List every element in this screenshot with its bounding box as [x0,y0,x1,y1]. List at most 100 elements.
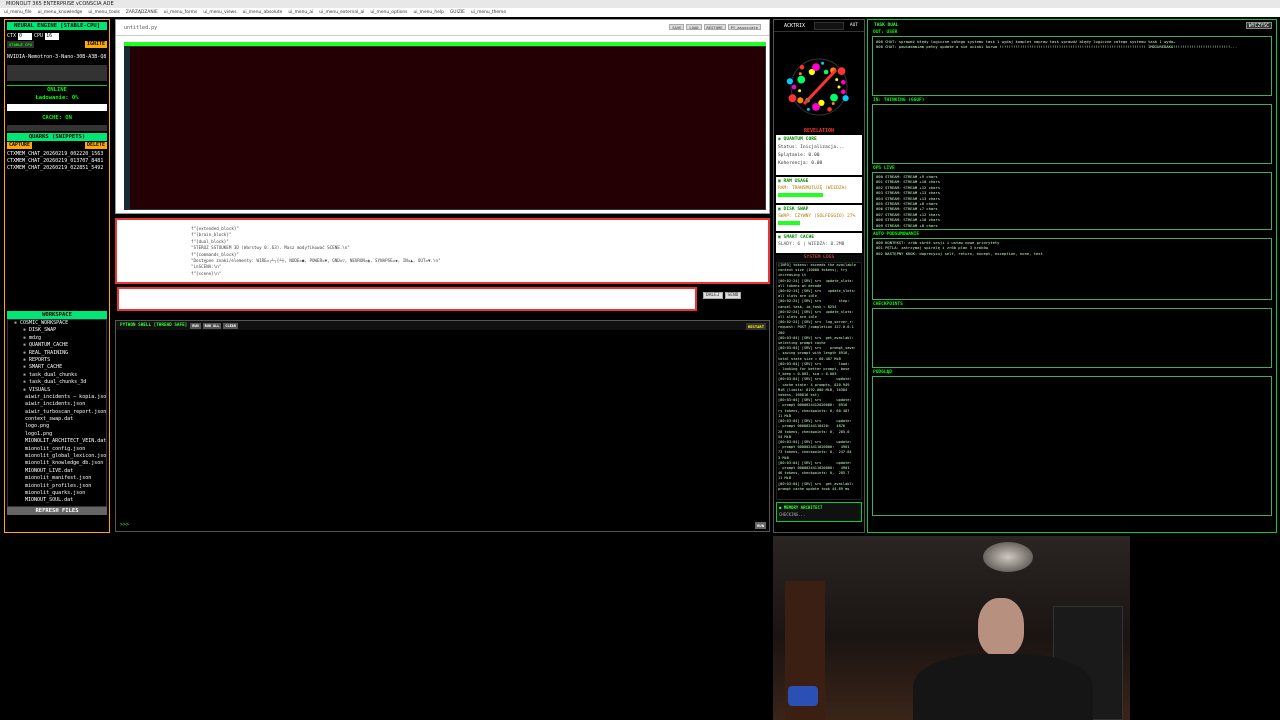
editor-filename[interactable]: untitled.py [124,25,157,31]
tree-label: DISK_SWAP [29,327,57,334]
acktrix-input[interactable] [814,22,844,30]
orbit-node [791,84,797,90]
editor-button[interactable]: LOAD [686,24,702,30]
menu-item[interactable]: ZARZĄDZANIE [126,8,158,17]
orbit-node [821,61,825,65]
tree-folder[interactable]: ▪ VISUALS [11,387,106,394]
tree-file[interactable]: mionolit_knowledge_db.json [11,460,106,467]
cpu-label: CPU [34,33,44,39]
menu-item[interactable]: ui_menu_theme [471,8,506,17]
orbit-node [798,72,802,76]
menu-item[interactable]: ui_menu_views [203,8,236,17]
tree-folder[interactable]: ▪ DISK_SWAP [11,327,106,334]
wyczysc-button[interactable]: WYCZYŚĆ [1245,22,1272,29]
menu-item[interactable]: ui_menu_external_ai [319,8,364,17]
checkpoints-box[interactable] [872,308,1272,368]
shell-prompt[interactable]: >>> [120,522,129,528]
menu-item[interactable]: ui_menu_file [4,8,32,17]
restart-button[interactable]: RESTART [745,323,766,330]
editor-button[interactable]: SAVE [669,24,685,30]
shell-run-button[interactable]: RUN [755,522,766,529]
tree-label: aiwir_turboscan_report.json [25,408,107,415]
tree-file[interactable]: aiwir_incidents — kopia.json [11,394,106,401]
menu-item[interactable]: ui_menu_knowledge [38,8,83,17]
dalej-button[interactable]: DALEJ [703,292,723,299]
tree-file[interactable]: MIONOLIT_ARCHITECT_VEIN.dat [11,438,106,445]
tree-label: mionolit_global_lexicon.json [25,453,107,460]
log-line: [00:02:24] [SRV] srv stop: [778,299,850,304]
left-panel: NEURAL ENGINE [STABLE-CPU] CTX 0 CPU 16 … [4,19,110,533]
tree-folder[interactable]: ▪ task_dual_chunks_3d [11,379,106,386]
refresh-files-button[interactable]: REFRESH FILES [7,507,107,515]
orbit-node [798,89,802,93]
tree-file[interactable]: mionolit_config.json [11,446,106,453]
menu-item[interactable]: ui_menu_forms [164,8,197,17]
tree-file[interactable]: logo.png [11,423,106,430]
prompt-text[interactable]: f"{extended_block}" f"{brain_block}" f"{du… [191,226,441,277]
ops-box[interactable]: 000 STREAM: STREAM +9 chars 001 STREAM: S… [872,172,1272,230]
out-user-box[interactable]: 000 CHAT: sprawdź błędy logiczne całego … [872,36,1272,96]
tree-label: logo1.png [25,430,53,437]
menu-item[interactable]: ui_menu_tools [88,8,120,17]
shell-button[interactable]: RUN [190,322,201,329]
quark-item[interactable]: CTXMEM_CHAT_20260219_022851_5492 [7,165,107,172]
tree-file[interactable]: mionolit_quarks.json [11,490,106,497]
tree-folder[interactable]: ▪ REPORTS [11,357,106,364]
quantum-status: Status: Inicjalizacja... [778,145,845,150]
tree-file[interactable]: MIONOUT_SOUL.dat [11,497,106,504]
tree-folder[interactable]: ▪ COSMIC_WORKSPACE [11,320,106,327]
smart-cache-panel: ▣ SMART CACHE ŚLADY: 6 | WIEDZA: 0.2MB [776,233,862,253]
tree-file[interactable]: logo1.png [11,431,106,438]
tree-label: mionolit_manifest.json [25,475,92,482]
orbit-node [797,97,804,104]
tree-label: REAL_TRAINING [29,349,69,356]
cpu-input[interactable]: 16 [45,32,60,40]
tree-file[interactable]: mionolit_global_lexicon.json [11,453,106,460]
orbit-node [812,103,820,111]
menu-item[interactable]: GUIZIE [450,8,465,17]
dalej-label: DALEJ [706,293,720,298]
podglad-box[interactable] [872,376,1272,516]
auto-box[interactable]: 000 KONTEKST: zrób skrót sesji i ustaw n… [872,238,1272,300]
tree-file[interactable]: mionolit_profiles.json [11,483,106,490]
person-body [913,654,1093,720]
tree-folder[interactable]: ▪ SMART_CACHE [11,364,106,371]
menu-item[interactable]: ui_menu_ai [288,8,313,17]
disk-status: SWAP: CZYWNY (SOLFEGGIO) 27% [778,214,856,219]
chat-input[interactable] [117,287,697,311]
code-editor[interactable] [124,46,766,210]
ignite-button[interactable]: IGNITE [84,41,107,48]
capture-button[interactable]: CAPTURE [7,142,33,149]
shell-button[interactable]: CLEAR [223,322,238,329]
tree-folder[interactable]: ▪ task_dual_chunks [11,372,106,379]
cache-status: CACHE: ON [7,114,107,122]
thinking-box[interactable] [872,104,1272,164]
tree-file[interactable]: context_swap.dat [11,416,106,423]
tree-file[interactable]: aiwir_incidents.json [11,401,106,408]
tree-label: mionolit_profiles.json [25,482,92,489]
tree-folder[interactable]: ▪ QUANTUM_CACHE [11,342,106,349]
aut-toggle[interactable]: AUT [850,23,858,28]
tree-folder[interactable]: ▪ REAL_TRAINING [11,350,106,357]
editor-button[interactable]: RESTORE [703,24,726,30]
editor-button[interactable]: PY_associate [727,24,761,30]
system-logs[interactable]: [INFO] tokens: exceeds the available cont… [776,262,862,500]
quark-item[interactable]: CTXMEM_CHAT_20260219_013707_8481 [7,158,107,165]
tree-file[interactable]: MIONOUT_LIVE.dat [11,468,106,475]
delete-button[interactable]: DELETE [84,142,107,149]
quark-item[interactable]: CTXMEM_CHAT_20260219_002220_1563 [7,151,107,158]
tree-folder[interactable]: ▪ mdzg [11,335,106,342]
tree-file[interactable]: mionolit_manifest.json [11,475,106,482]
send-button[interactable]: SEND [724,292,742,299]
memory-status: CHECKING... [779,512,806,517]
menu-item[interactable]: ui_menu_help [413,8,443,17]
menu-item[interactable]: ui_menu_options [370,8,407,17]
output-line: 009 STREAM: STREAM +8 chars [876,222,938,228]
tree-label: VISUALS [29,386,51,393]
orbit-node [835,78,839,82]
ctx-input[interactable]: 0 [18,32,33,40]
webcam-overlay [773,536,1130,720]
tree-file[interactable]: aiwir_turboscan_report.json [11,409,106,416]
shell-button[interactable]: RUN ALL [202,322,222,329]
menu-item[interactable]: ui_menu_absolute [243,8,283,17]
